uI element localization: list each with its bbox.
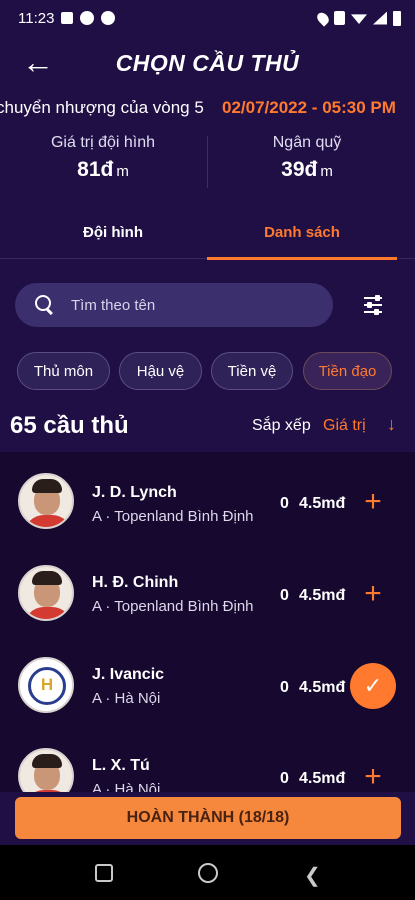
nav-back-icon[interactable]: ❮ xyxy=(304,863,321,888)
player-row[interactable]: L. X. Tú A · Hà Nội 0 4.5mđ + xyxy=(0,732,415,792)
filter-goalkeeper[interactable]: Thủ môn xyxy=(17,352,110,390)
location-icon xyxy=(314,9,332,27)
tab-squad[interactable]: Đội hình xyxy=(18,205,208,259)
deadline-label: chuyển nhượng của vòng 5 xyxy=(0,98,204,117)
back-button[interactable]: ← xyxy=(18,44,58,80)
team-value-number: 81đ xyxy=(77,158,114,181)
player-name: J. D. Lynch xyxy=(92,484,177,501)
add-player-button[interactable]: + xyxy=(350,754,396,792)
player-club: A · Topenland Bình Định xyxy=(92,598,254,615)
check-icon: ✓ xyxy=(363,673,383,698)
filter-defender[interactable]: Hậu vệ xyxy=(119,352,202,390)
arrow-left-icon: ← xyxy=(22,43,54,80)
player-price: 4.5mđ xyxy=(299,587,346,604)
plus-icon: + xyxy=(364,577,382,610)
club-logo xyxy=(18,657,74,713)
player-avatar xyxy=(18,565,74,621)
search-icon xyxy=(35,295,55,315)
vibrate-icon xyxy=(334,11,345,25)
add-player-button[interactable]: + xyxy=(350,571,396,617)
sort-label: Sắp xếp xyxy=(252,417,311,434)
battery-icon xyxy=(393,10,401,26)
budget-number: 39đ xyxy=(281,158,318,181)
player-points: 0 xyxy=(280,495,289,512)
status-left: 11:23 xyxy=(18,9,116,27)
arrow-down-icon[interactable]: ↓ xyxy=(387,414,396,435)
filter-button[interactable] xyxy=(362,293,386,317)
player-club: A · Hà Nội xyxy=(92,690,161,707)
team-value: 81đ m xyxy=(3,158,203,182)
player-price: 4.5mđ xyxy=(299,495,346,512)
home-icon[interactable] xyxy=(198,863,218,883)
status-right xyxy=(314,9,401,27)
messenger-icon xyxy=(101,11,116,25)
filter-forward[interactable]: Tiền đạo xyxy=(303,352,392,390)
wifi-icon xyxy=(351,14,367,24)
player-points: 0 xyxy=(280,770,289,787)
system-nav-bar: ❮ xyxy=(0,845,415,900)
player-name: H. Đ. Chinh xyxy=(92,574,179,591)
tabs: Đội hình Danh sách xyxy=(0,205,415,260)
player-name: J. Ivancic xyxy=(92,666,165,683)
filter-midfielder[interactable]: Tiền vệ xyxy=(211,352,293,390)
player-row[interactable]: H. Đ. Chinh A · Topenland Bình Định 0 4.… xyxy=(0,547,415,639)
header: ← CHỌN CẦU THỦ xyxy=(0,38,415,88)
team-value-stat: Giá trị đội hình 81đ m xyxy=(3,134,203,182)
budget-value: 39đ m xyxy=(207,158,407,182)
search-box[interactable] xyxy=(15,283,333,327)
player-row[interactable]: J. Ivancic A · Hà Nội 0 4.5mđ ✓ xyxy=(0,639,415,731)
status-bar: 11:23 xyxy=(0,0,415,36)
search-input[interactable] xyxy=(71,296,311,314)
player-row[interactable]: J. D. Lynch A · Topenland Bình Định 0 4.… xyxy=(0,455,415,547)
add-player-button[interactable]: + xyxy=(350,479,396,525)
app-icon xyxy=(80,11,95,25)
status-time: 11:23 xyxy=(18,9,55,27)
deadline-date: 02/07/2022 - 05:30 PM xyxy=(222,98,396,117)
budget-unit: m xyxy=(320,163,333,180)
page-title: CHỌN CẦU THỦ xyxy=(115,49,300,76)
player-count: 65 cầu thủ xyxy=(10,412,129,439)
player-name: L. X. Tú xyxy=(92,757,150,774)
player-club: A · Hà Nội xyxy=(92,781,161,792)
list-header: 65 cầu thủ Sắp xếp Giá trị ↓ xyxy=(0,408,415,448)
budget-stat: Ngân quỹ 39đ m xyxy=(207,134,407,182)
player-price: 4.5mđ xyxy=(299,770,346,787)
budget-label: Ngân quỹ xyxy=(272,134,342,151)
team-value-label: Giá trị đội hình xyxy=(50,134,156,151)
player-price: 4.5mđ xyxy=(299,679,346,696)
complete-button[interactable]: HOÀN THÀNH (18/18) xyxy=(15,797,401,839)
plus-icon: + xyxy=(364,485,382,518)
stats-divider xyxy=(207,136,208,188)
player-avatar xyxy=(18,473,74,529)
transfer-deadline: chuyển nhượng của vòng 5 02/07/2022 - 05… xyxy=(0,98,415,124)
selected-player-button[interactable]: ✓ xyxy=(350,663,396,709)
key-icon xyxy=(61,12,74,24)
player-avatar xyxy=(18,748,74,792)
player-list: J. D. Lynch A · Topenland Bình Định 0 4.… xyxy=(0,452,415,792)
signal-icon xyxy=(373,11,387,25)
sort-value[interactable]: Giá trị xyxy=(323,417,366,435)
player-points: 0 xyxy=(280,587,289,604)
player-club: A · Topenland Bình Định xyxy=(92,508,254,525)
plus-icon: + xyxy=(364,760,382,792)
team-value-unit: m xyxy=(116,163,129,180)
player-points: 0 xyxy=(280,679,289,696)
tab-list[interactable]: Danh sách xyxy=(207,205,397,260)
recents-icon[interactable] xyxy=(95,864,113,882)
